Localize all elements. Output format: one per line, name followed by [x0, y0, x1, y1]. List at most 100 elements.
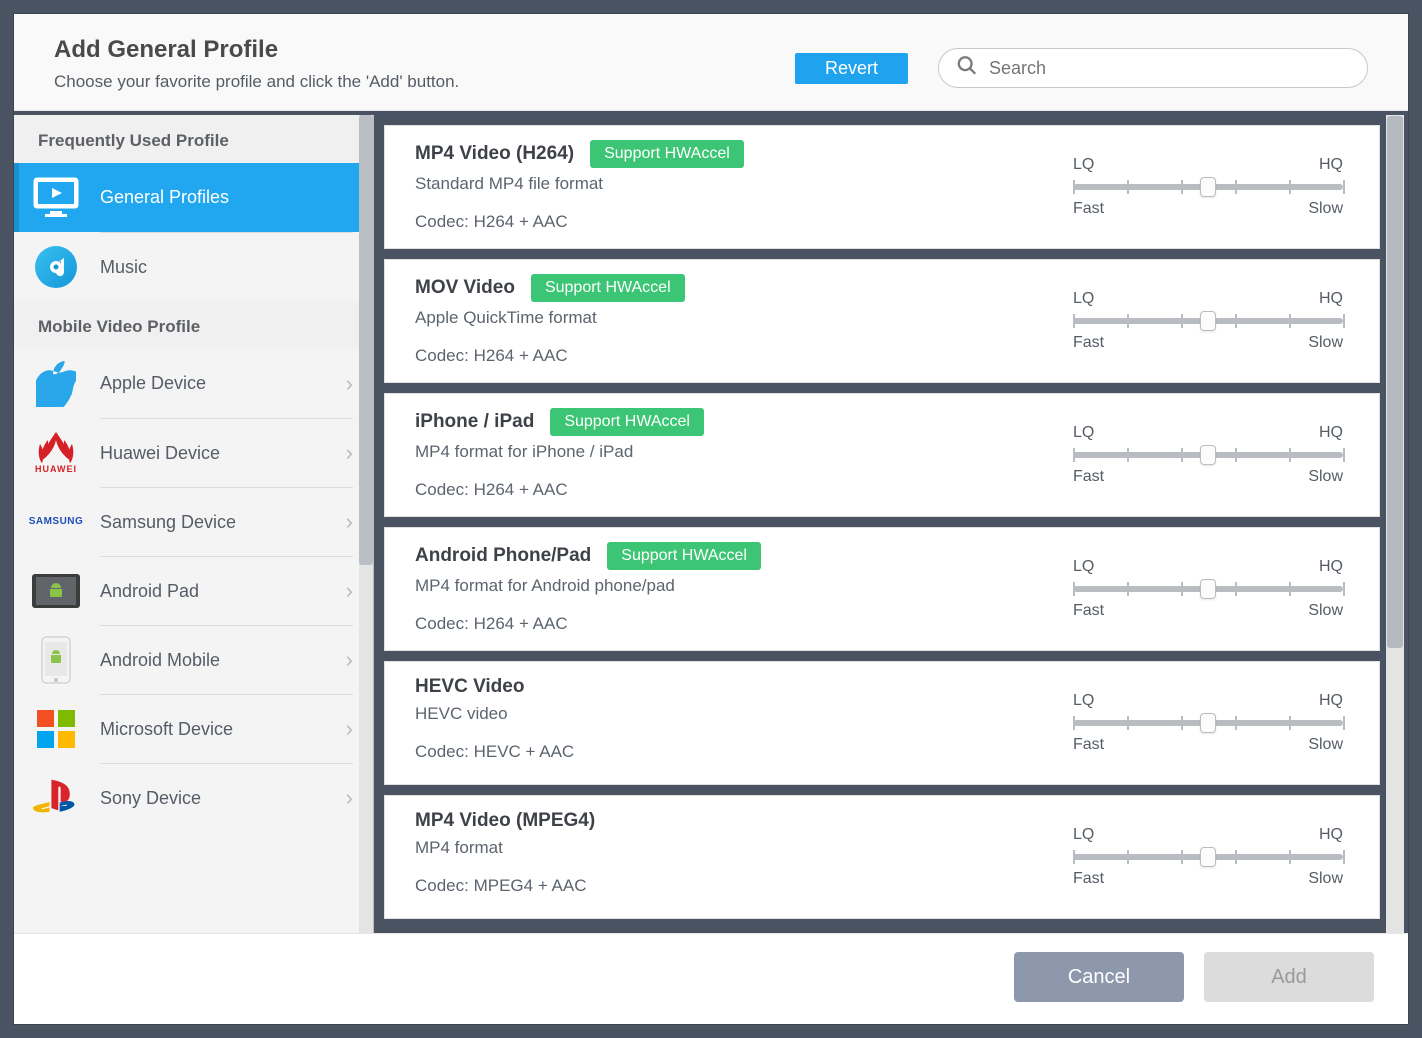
- profile-card[interactable]: MOV VideoSupport HWAccel Apple QuickTime…: [384, 259, 1380, 383]
- profile-card[interactable]: MP4 Video (MPEG4) MP4 format Codec: MPEG…: [384, 795, 1380, 919]
- sidebar-item-label: Music: [100, 257, 147, 278]
- sidebar-item-label: Android Pad: [100, 581, 199, 602]
- profile-desc: Apple QuickTime format: [415, 308, 1073, 328]
- sidebar-item-label: Android Mobile: [100, 650, 220, 671]
- label-fast: Fast: [1073, 736, 1104, 754]
- quality-slider-panel: LQ HQ Fast Slow: [1073, 810, 1343, 904]
- chevron-right-icon: ›: [346, 647, 353, 673]
- quality-slider[interactable]: [1073, 452, 1343, 458]
- sidebar-item-microsoft[interactable]: Microsoft Device›: [14, 694, 373, 763]
- hwaccel-badge: Support HWAccel: [607, 542, 761, 570]
- monitor-icon: [30, 172, 82, 224]
- profile-codec: Codec: H264 + AAC: [415, 212, 1073, 232]
- samsung-icon: SAMSUNG: [30, 496, 82, 548]
- quality-slider[interactable]: [1073, 184, 1343, 190]
- label-fast: Fast: [1073, 602, 1104, 620]
- android-pad-icon: [30, 565, 82, 617]
- sidebar-item-samsung[interactable]: SAMSUNG Samsung Device ›: [14, 487, 373, 556]
- sidebar-item-label: General Profiles: [100, 187, 229, 208]
- hwaccel-badge: Support HWAccel: [590, 140, 744, 168]
- label-hq: HQ: [1319, 692, 1343, 710]
- label-slow: Slow: [1308, 200, 1343, 218]
- sidebar-scrollbar[interactable]: [359, 115, 373, 933]
- sidebar-item-music[interactable]: Music: [14, 232, 373, 301]
- sidebar-item-apple[interactable]: Apple Device›: [14, 349, 373, 418]
- profile-info: Android Phone/Pad Support HWAccel MP4 for…: [415, 542, 1073, 636]
- chevron-right-icon: ›: [346, 371, 353, 397]
- label-lq: LQ: [1073, 826, 1094, 844]
- profile-card[interactable]: HEVC Video HEVC video Codec: HEVC + AAC …: [384, 661, 1380, 785]
- label-lq: LQ: [1073, 290, 1094, 308]
- sidebar-item-android-pad[interactable]: Android Pad ›: [14, 556, 373, 625]
- add-button[interactable]: Add: [1204, 952, 1374, 1002]
- label-fast: Fast: [1073, 200, 1104, 218]
- label-slow: Slow: [1308, 602, 1343, 620]
- section-frequently-used: Frequently Used Profile: [14, 115, 373, 163]
- windows-icon: [30, 703, 82, 755]
- search-input[interactable]: [938, 48, 1368, 88]
- quality-slider-panel: LQ HQ Fast Slow: [1073, 408, 1343, 502]
- profile-title: iPhone / iPad: [415, 411, 534, 433]
- profile-title: MP4 Video (MPEG4): [415, 810, 595, 832]
- search-wrap: [938, 48, 1368, 88]
- slider-thumb[interactable]: [1200, 177, 1216, 197]
- profile-list: MP4 Video (H264)Support HWAccel Standard…: [374, 115, 1386, 933]
- profile-title: Android Phone/Pad: [415, 545, 591, 567]
- profile-info: iPhone / iPadSupport HWAccel MP4 format …: [415, 408, 1073, 502]
- quality-slider[interactable]: [1073, 318, 1343, 324]
- slider-thumb[interactable]: [1200, 847, 1216, 867]
- disc-icon: [30, 241, 82, 293]
- quality-slider[interactable]: [1073, 720, 1343, 726]
- chevron-right-icon: ›: [346, 440, 353, 466]
- quality-slider[interactable]: [1073, 586, 1343, 592]
- sidebar-item-general-profiles[interactable]: General Profiles: [14, 163, 373, 232]
- chevron-right-icon: ›: [346, 509, 353, 535]
- chevron-right-icon: ›: [346, 578, 353, 604]
- profile-card[interactable]: iPhone / iPadSupport HWAccel MP4 format …: [384, 393, 1380, 517]
- profile-card[interactable]: Android Phone/Pad Support HWAccel MP4 for…: [384, 527, 1380, 651]
- sidebar-item-sony[interactable]: Sony Device›: [14, 763, 373, 832]
- quality-slider-panel: LQHQ FastSlow: [1073, 274, 1343, 368]
- label-lq: LQ: [1073, 558, 1094, 576]
- profile-codec: Codec: H264 + AAC: [415, 346, 1073, 366]
- label-hq: HQ: [1319, 156, 1343, 174]
- sidebar-item-huawei[interactable]: HUAWEI Huawei Device›: [14, 418, 373, 487]
- label-lq: LQ: [1073, 692, 1094, 710]
- header: Add General Profile Choose your favorite…: [14, 14, 1408, 111]
- sidebar-item-label: Samsung Device: [100, 512, 236, 533]
- slider-thumb[interactable]: [1200, 579, 1216, 599]
- label-slow: Slow: [1308, 334, 1343, 352]
- quality-slider[interactable]: [1073, 854, 1343, 860]
- chevron-right-icon: ›: [346, 785, 353, 811]
- header-text: Add General Profile Choose your favorite…: [54, 36, 459, 92]
- slider-thumb[interactable]: [1200, 713, 1216, 733]
- label-hq: HQ: [1319, 826, 1343, 844]
- content-scrollbar[interactable]: [1386, 115, 1404, 933]
- footer: Cancel Add: [14, 933, 1408, 1024]
- apple-icon: [30, 358, 82, 410]
- page-subtitle: Choose your favorite profile and click t…: [54, 72, 459, 92]
- label-fast: Fast: [1073, 468, 1104, 486]
- profile-desc: MP4 format for Android phone/pad: [415, 576, 1073, 596]
- slider-thumb[interactable]: [1200, 445, 1216, 465]
- playstation-icon: [30, 772, 82, 824]
- cancel-button[interactable]: Cancel: [1014, 952, 1184, 1002]
- label-fast: Fast: [1073, 870, 1104, 888]
- quality-slider-panel: LQHQ FastSlow: [1073, 542, 1343, 636]
- sidebar-item-android-mobile[interactable]: Android Mobile ›: [14, 625, 373, 694]
- label-lq: LQ: [1073, 156, 1094, 174]
- label-slow: Slow: [1308, 870, 1343, 888]
- section-mobile-video: Mobile Video Profile: [14, 301, 373, 349]
- chevron-right-icon: ›: [346, 716, 353, 742]
- sidebar-item-label: Huawei Device: [100, 443, 220, 464]
- label-hq: HQ: [1319, 424, 1343, 442]
- slider-thumb[interactable]: [1200, 311, 1216, 331]
- label-lq: LQ: [1073, 424, 1094, 442]
- profile-title: MOV Video: [415, 277, 515, 299]
- profile-info: MOV VideoSupport HWAccel Apple QuickTime…: [415, 274, 1073, 368]
- header-actions: Revert: [795, 48, 1368, 92]
- profile-card[interactable]: MP4 Video (H264)Support HWAccel Standard…: [384, 125, 1380, 249]
- profile-codec: Codec: MPEG4 + AAC: [415, 876, 1073, 896]
- label-slow: Slow: [1308, 468, 1343, 486]
- revert-button[interactable]: Revert: [795, 53, 908, 84]
